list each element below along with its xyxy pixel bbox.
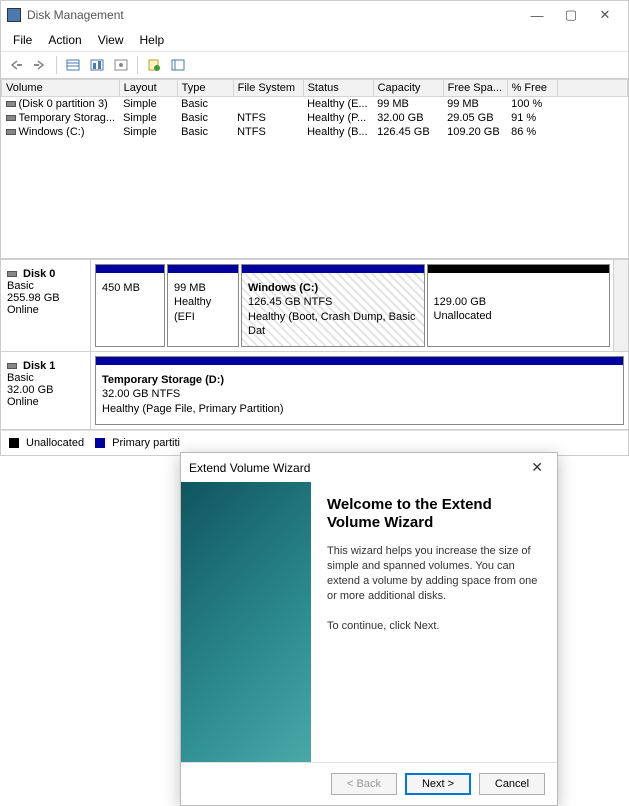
volume-icon	[6, 115, 16, 121]
disk-0-seg-0[interactable]: 450 MB	[95, 264, 165, 347]
disk-icon	[7, 363, 17, 369]
volume-icon	[6, 129, 16, 135]
col-volume[interactable]: Volume	[2, 80, 120, 97]
col-capacity[interactable]: Capacity	[373, 80, 443, 97]
menu-view[interactable]: View	[90, 31, 132, 49]
disk-1-row: Disk 1 Basic 32.00 GB Online Temporary S…	[1, 352, 628, 430]
col-type[interactable]: Type	[177, 80, 233, 97]
toolbar	[1, 52, 628, 79]
menu-help[interactable]: Help	[132, 31, 173, 49]
wizard-close-button[interactable]: ✕	[525, 459, 549, 476]
col-layout[interactable]: Layout	[119, 80, 177, 97]
maximize-button[interactable]: ▢	[554, 5, 588, 25]
help-icon[interactable]	[143, 55, 165, 75]
disk-1-seg-0[interactable]: Temporary Storage (D:)32.00 GB NTFSHealt…	[95, 356, 624, 425]
table-row[interactable]: Windows (C:) SimpleBasicNTFSHealthy (B..…	[2, 125, 628, 139]
disk-icon	[7, 271, 17, 277]
scrollbar[interactable]	[613, 260, 628, 351]
back-icon[interactable]	[5, 55, 27, 75]
disk-management-window: Disk Management — ▢ ✕ File Action View H…	[0, 0, 629, 456]
legend-swatch-unallocated	[9, 438, 19, 448]
table-row[interactable]: Temporary Storag... SimpleBasicNTFSHealt…	[2, 111, 628, 125]
disk-0-row: Disk 0 Basic 255.98 GB Online 450 MB 99 …	[1, 259, 628, 352]
wizard-description: This wizard helps you increase the size …	[327, 544, 541, 603]
refresh-icon[interactable]	[86, 55, 108, 75]
wizard-cancel-button[interactable]: Cancel	[479, 773, 545, 795]
col-free[interactable]: Free Spa...	[443, 80, 507, 97]
disk-graphical-view: Disk 0 Basic 255.98 GB Online 450 MB 99 …	[1, 259, 628, 430]
window-title: Disk Management	[27, 8, 520, 22]
col-status[interactable]: Status	[303, 80, 373, 97]
minimize-button[interactable]: —	[520, 5, 554, 25]
wizard-sidebar-image	[181, 482, 311, 762]
menubar: File Action View Help	[1, 29, 628, 52]
wizard-button-row: < Back Next > Cancel	[181, 762, 557, 805]
col-pct[interactable]: % Free	[507, 80, 557, 97]
col-fs[interactable]: File System	[233, 80, 303, 97]
wizard-titlebar: Extend Volume Wizard ✕	[181, 453, 557, 482]
wizard-instruction: To continue, click Next.	[327, 619, 541, 634]
disk-0-info[interactable]: Disk 0 Basic 255.98 GB Online	[1, 260, 91, 351]
wizard-heading: Welcome to the Extend Volume Wizard	[327, 496, 541, 532]
view-list-icon[interactable]	[62, 55, 84, 75]
app-icon	[7, 8, 21, 22]
titlebar: Disk Management — ▢ ✕	[1, 1, 628, 29]
close-button[interactable]: ✕	[588, 5, 622, 25]
volume-icon	[6, 101, 16, 107]
volume-list: Volume Layout Type File System Status Ca…	[1, 79, 628, 259]
disk-0-seg-1[interactable]: 99 MBHealthy (EFI	[167, 264, 239, 347]
col-spacer	[557, 80, 627, 97]
disk-1-info[interactable]: Disk 1 Basic 32.00 GB Online	[1, 352, 91, 429]
wizard-back-button: < Back	[331, 773, 397, 795]
menu-action[interactable]: Action	[40, 31, 89, 49]
extend-volume-wizard: Extend Volume Wizard ✕ Welcome to the Ex…	[180, 452, 558, 806]
menu-file[interactable]: File	[5, 31, 40, 49]
legend-swatch-primary	[95, 438, 105, 448]
table-row[interactable]: (Disk 0 partition 3) SimpleBasicHealthy …	[2, 97, 628, 112]
details-icon[interactable]	[167, 55, 189, 75]
disk-0-seg-3[interactable]: 129.00 GBUnallocated	[427, 264, 611, 347]
forward-icon[interactable]	[29, 55, 51, 75]
wizard-next-button[interactable]: Next >	[405, 773, 471, 795]
disk-0-seg-2[interactable]: Windows (C:)126.45 GB NTFSHealthy (Boot,…	[241, 264, 425, 347]
wizard-title-text: Extend Volume Wizard	[189, 461, 525, 475]
wizard-content: Welcome to the Extend Volume Wizard This…	[311, 482, 557, 762]
properties-icon[interactable]	[110, 55, 132, 75]
